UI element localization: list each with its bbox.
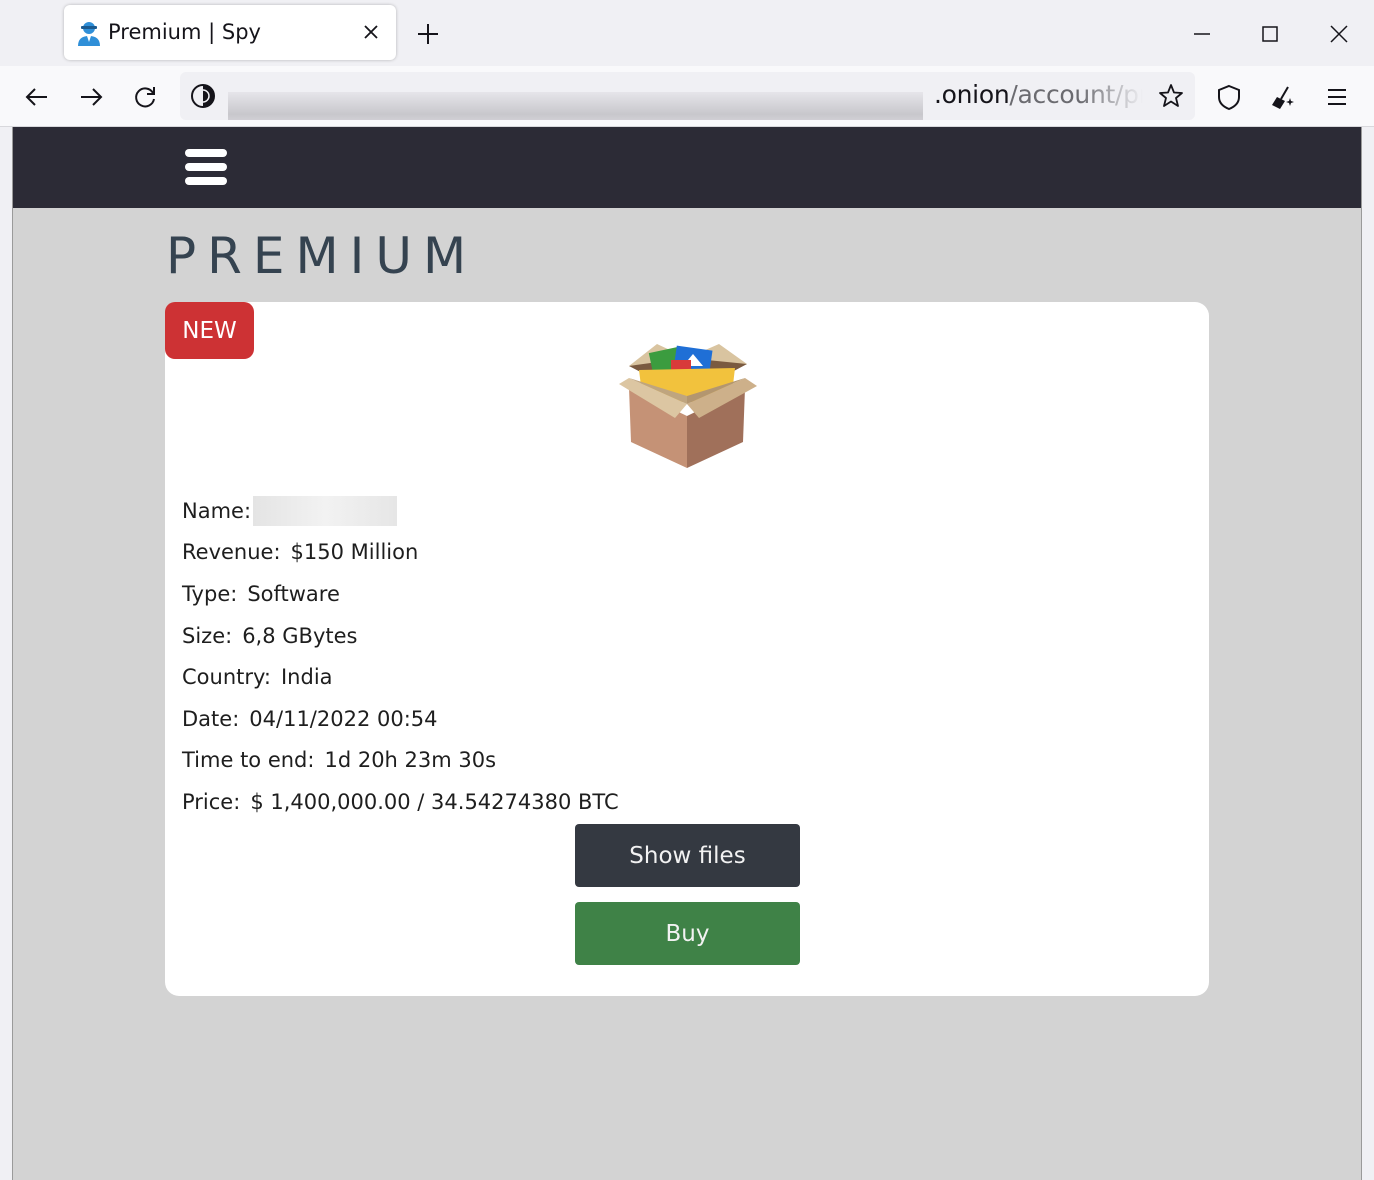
new-badge: NEW	[165, 302, 254, 359]
url-redacted-segment	[228, 92, 923, 120]
new-tab-plus-icon[interactable]	[414, 20, 442, 48]
site-header	[13, 127, 1361, 208]
detail-row-type: Type: Software	[182, 581, 340, 606]
tab-title: Premium | Spy	[108, 20, 261, 44]
detail-row-country: Country: India	[182, 665, 333, 690]
product-details: Name: Revenue: $150 Million Type: Software…	[182, 490, 619, 823]
browser-tab[interactable]: Premium | Spy	[64, 5, 396, 60]
buy-button[interactable]: Buy	[575, 902, 800, 965]
tor-onion-icon[interactable]	[190, 83, 216, 109]
page-title: PREMIUM	[166, 227, 478, 285]
maximize-window-icon[interactable]	[1256, 20, 1284, 48]
open-box-with-files-icon	[619, 344, 757, 468]
back-arrow-icon[interactable]	[22, 82, 52, 112]
new-identity-broom-icon[interactable]	[1268, 82, 1298, 112]
shield-icon[interactable]	[1214, 82, 1244, 112]
detail-row-price: Price: $ 1,400,000.00 / 34.54274380 BTC	[182, 789, 619, 814]
web-page: PREMIUM NEW Name: Revenue: $150 Million …	[13, 127, 1361, 1180]
close-window-icon[interactable]	[1325, 20, 1353, 48]
detail-row-size: Size: 6,8 GBytes	[182, 623, 358, 648]
site-menu-icon[interactable]	[185, 149, 227, 187]
detail-row-revenue: Revenue: $150 Million	[182, 540, 419, 565]
name-redacted-value	[253, 495, 398, 526]
forward-arrow-icon[interactable]	[76, 82, 106, 112]
browser-navigation-bar: .onion/account/pre	[0, 66, 1374, 127]
detail-row-time-to-end: Time to end: 1d 20h 23m 30s	[182, 748, 497, 773]
spy-user-icon	[78, 22, 100, 46]
browser-tab-bar: Premium | Spy	[0, 0, 1374, 66]
detail-row-name: Name:	[182, 490, 619, 532]
reload-icon[interactable]	[130, 82, 160, 112]
hamburger-menu-icon[interactable]	[1322, 82, 1352, 112]
close-tab-icon[interactable]	[360, 21, 382, 43]
bookmark-star-icon[interactable]	[1158, 83, 1184, 109]
detail-row-date: Date: 04/11/2022 00:54	[182, 706, 438, 731]
show-files-button[interactable]: Show files	[575, 824, 800, 887]
product-card: NEW Name: Revenue: $150 Million Type: So…	[165, 302, 1209, 996]
minimize-window-icon[interactable]	[1188, 20, 1216, 48]
address-bar[interactable]: .onion/account/pre	[180, 72, 1195, 120]
